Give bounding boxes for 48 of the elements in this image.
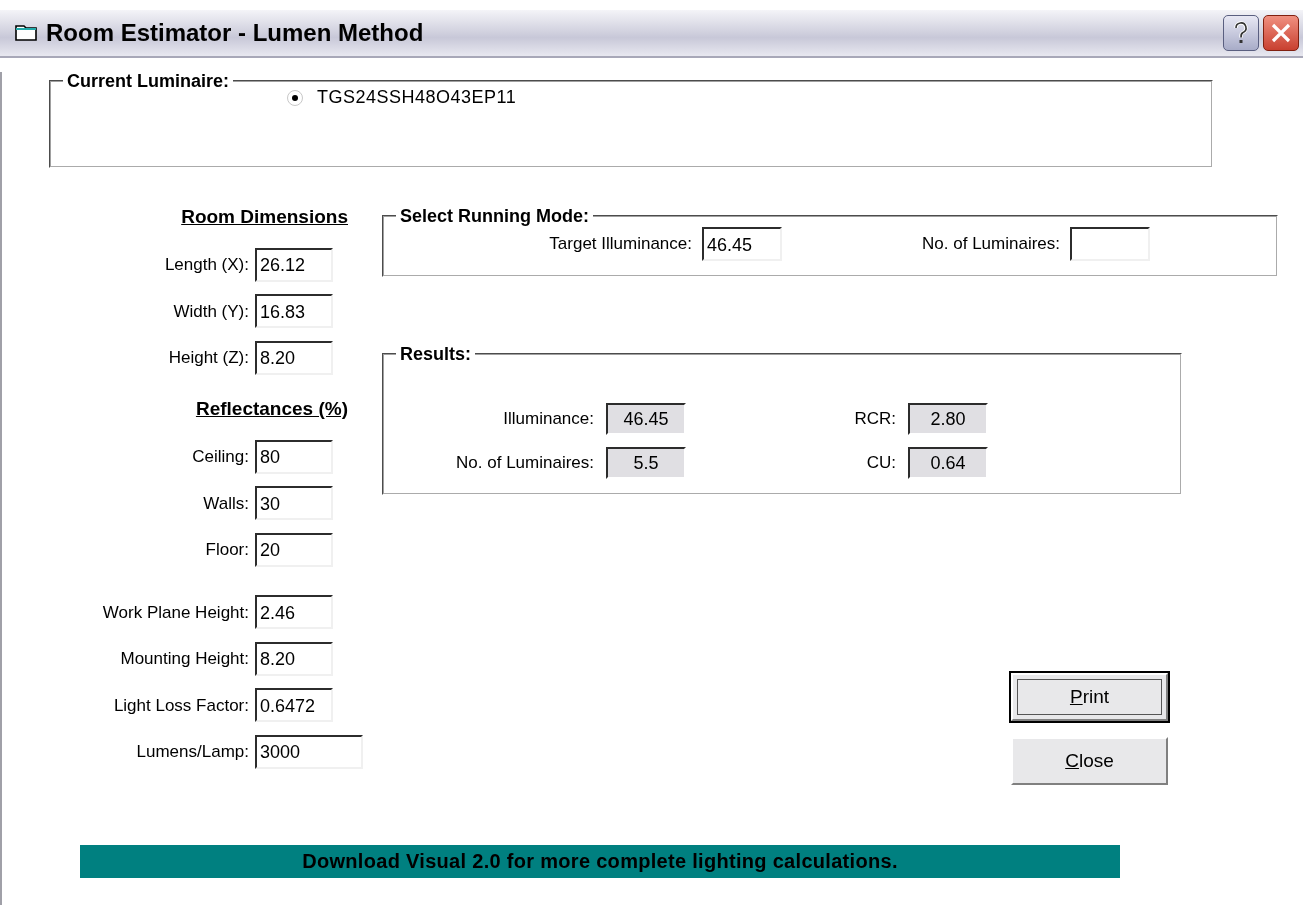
- close-icon: [1270, 22, 1292, 44]
- field-label: Length (X):: [163, 254, 250, 276]
- field-label: Target Illuminance:: [548, 233, 693, 256]
- help-icon: [1232, 20, 1250, 46]
- close-button[interactable]: [1263, 15, 1299, 51]
- input-field[interactable]: 30: [255, 486, 333, 521]
- field-label: RCR:: [853, 408, 897, 431]
- input-field[interactable]: 16.83: [255, 294, 333, 329]
- input-field[interactable]: 20: [255, 532, 333, 567]
- window-title: Room Estimator - Lumen Method: [46, 18, 425, 48]
- field-label: Walls:: [202, 492, 250, 515]
- field-label: Work Plane Height:: [101, 601, 250, 624]
- section-heading: Room Dimensions: [180, 205, 348, 229]
- field-label: Mounting Height:: [119, 648, 250, 670]
- group-label: Select Running Mode:: [399, 207, 590, 225]
- input-field[interactable]: 80: [255, 439, 333, 474]
- group-label: Current Luminaire:: [66, 72, 231, 90]
- field-label: No. of Luminaires:: [455, 452, 595, 475]
- input-field[interactable]: 8.20: [255, 641, 333, 676]
- radio-label[interactable]: TGS24SSH48O43EP11: [317, 84, 517, 111]
- field-label: No. of Luminaires:: [921, 233, 1061, 256]
- promo-banner: Download Visual 2.0 for more complete lighting calculations.: [80, 845, 1120, 878]
- field-label: Lumens/Lamp:: [135, 741, 250, 763]
- help-button[interactable]: [1223, 15, 1259, 51]
- result-value: 5.5: [606, 447, 686, 479]
- field-label: Illuminance:: [502, 408, 595, 431]
- input-field[interactable]: [1070, 227, 1150, 261]
- field-label: CU:: [865, 452, 897, 475]
- group-label: Results:: [399, 345, 472, 363]
- result-value: 46.45: [606, 403, 686, 435]
- input-field[interactable]: 26.12: [255, 247, 333, 282]
- result-value: 0.64: [908, 447, 988, 479]
- window-icon: [14, 23, 38, 43]
- result-value: 2.80: [908, 403, 988, 435]
- section-heading: Reflectances (%): [194, 397, 348, 421]
- radio-button[interactable]: [287, 89, 303, 106]
- field-label: Floor:: [204, 539, 250, 561]
- field-label: Width (Y):: [172, 300, 250, 323]
- field-label: Height (Z):: [167, 347, 250, 369]
- dialog-button[interactable]: Print: [1011, 673, 1168, 721]
- input-field[interactable]: 8.20: [255, 340, 333, 375]
- field-label: Light Loss Factor:: [112, 694, 250, 717]
- dialog-button[interactable]: Close: [1011, 737, 1168, 785]
- input-field[interactable]: 0.6472: [255, 688, 333, 723]
- input-field[interactable]: 46.45: [702, 227, 782, 261]
- input-field[interactable]: 3000: [255, 734, 363, 769]
- input-field[interactable]: 2.46: [255, 595, 333, 630]
- field-label: Ceiling:: [191, 446, 250, 468]
